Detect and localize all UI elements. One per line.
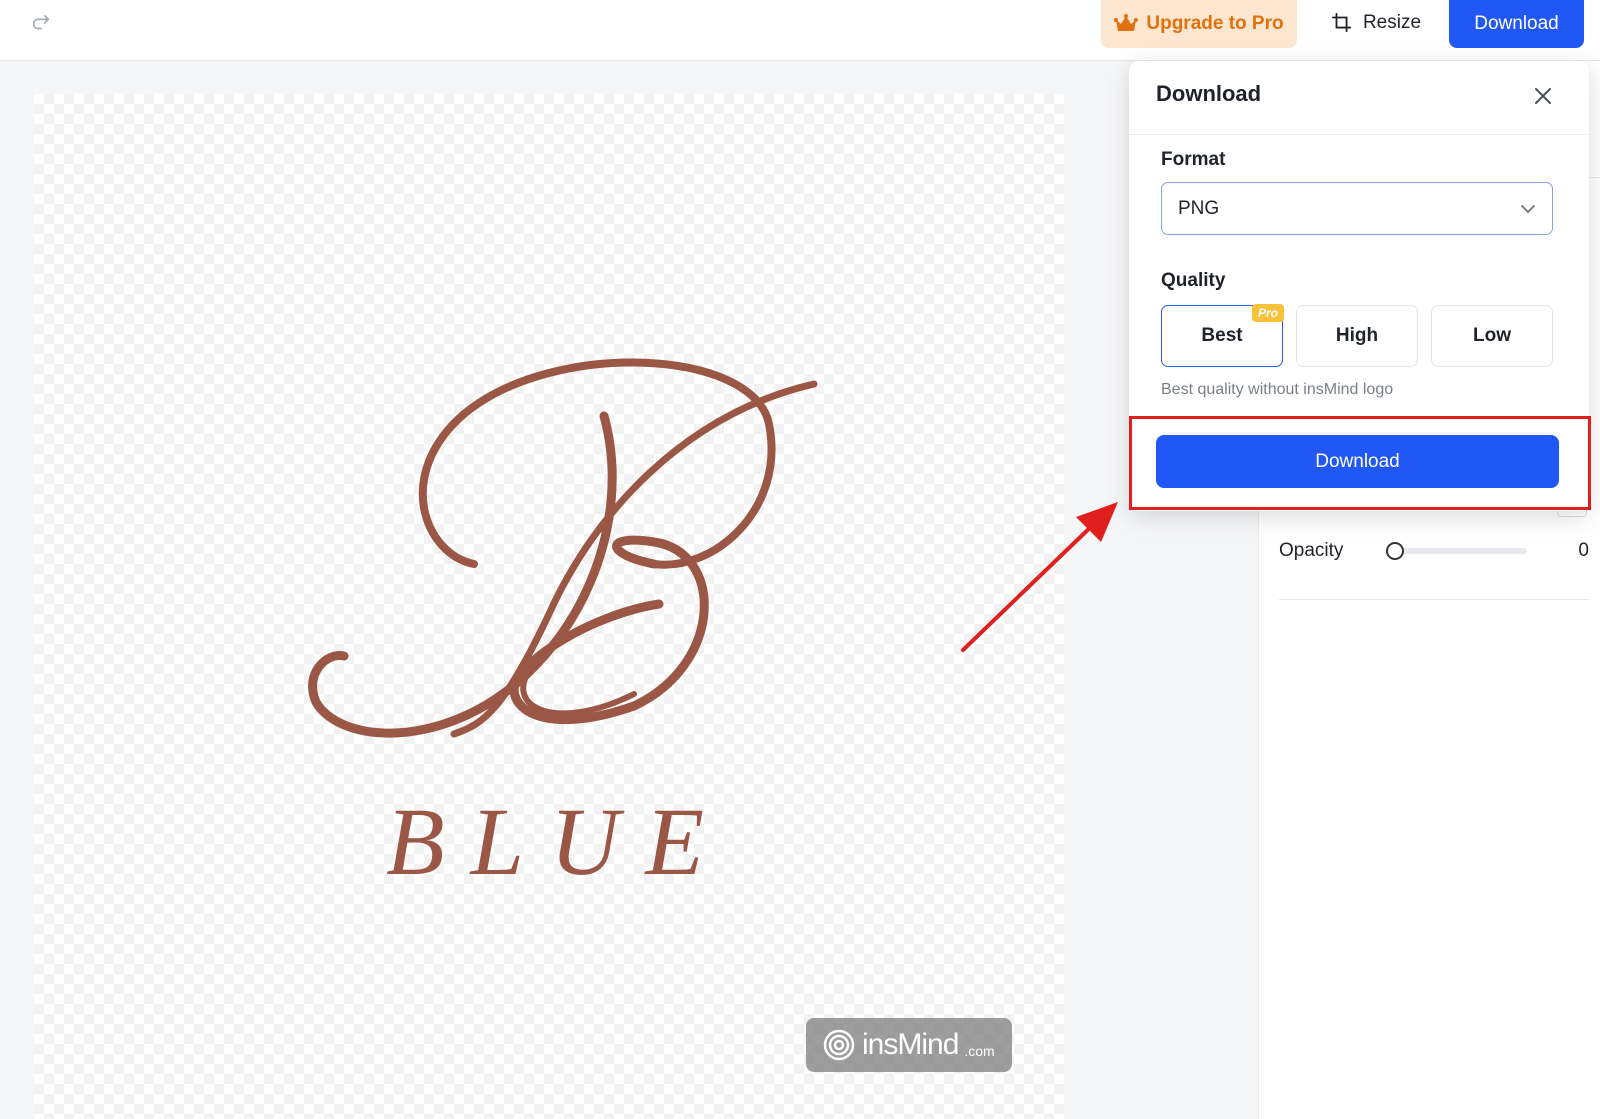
upgrade-to-pro-button[interactable]: Upgrade to Pro: [1101, 0, 1297, 48]
format-select[interactable]: PNG: [1161, 182, 1553, 235]
resize-button[interactable]: Resize: [1320, 0, 1432, 46]
opacity-control: Opacity 0: [1279, 531, 1589, 571]
insmind-watermark: insMind .com: [806, 1018, 1012, 1072]
image-canvas[interactable]: BLUE insMind .com: [34, 94, 1064, 1119]
popover-divider: [1129, 134, 1589, 135]
panel-divider: [1279, 599, 1589, 600]
resize-label: Resize: [1362, 12, 1422, 33]
quality-option-label: High: [1335, 325, 1379, 346]
quality-option-label: Low: [1473, 325, 1511, 346]
annotation-highlight-box: [1129, 416, 1591, 510]
close-icon: [1535, 88, 1551, 104]
watermark-name: insMind: [862, 1028, 959, 1061]
quality-option-label: Best: [1201, 325, 1243, 346]
logo-artwork: BLUE: [308, 358, 818, 895]
top-download-label: Download: [1474, 13, 1559, 34]
crown-icon: [1114, 14, 1139, 31]
close-button[interactable]: [1529, 82, 1557, 110]
quality-label: Quality: [1161, 270, 1226, 291]
insmind-logo-icon: [823, 1029, 855, 1061]
watermark-tld: .com: [964, 1043, 995, 1059]
opacity-slider-thumb[interactable]: [1386, 542, 1404, 560]
pro-badge: Pro: [1252, 304, 1284, 322]
top-toolbar: Upgrade to Pro Resize Download: [0, 0, 1600, 61]
quality-option-high[interactable]: High: [1296, 305, 1418, 367]
redo-icon: [32, 14, 50, 30]
popover-title: Download: [1156, 81, 1262, 106]
opacity-slider[interactable]: [1386, 542, 1527, 560]
chevron-down-icon: [1521, 204, 1535, 213]
quality-option-low[interactable]: Low: [1431, 305, 1553, 367]
opacity-value: 0: [1578, 540, 1589, 561]
artwork-text: BLUE: [386, 788, 730, 895]
format-value: PNG: [1178, 197, 1220, 219]
quality-option-best[interactable]: Best Pro: [1161, 304, 1284, 367]
upgrade-label: Upgrade to Pro: [1146, 13, 1284, 34]
opacity-label: Opacity: [1279, 540, 1344, 561]
script-b-lower-loop: [520, 661, 637, 717]
top-download-button[interactable]: Download: [1449, 0, 1584, 48]
redo-button[interactable]: [26, 8, 56, 38]
crop-icon: [1331, 12, 1352, 33]
quality-hint: Best quality without insMind logo: [1161, 381, 1394, 398]
format-label: Format: [1161, 149, 1226, 170]
